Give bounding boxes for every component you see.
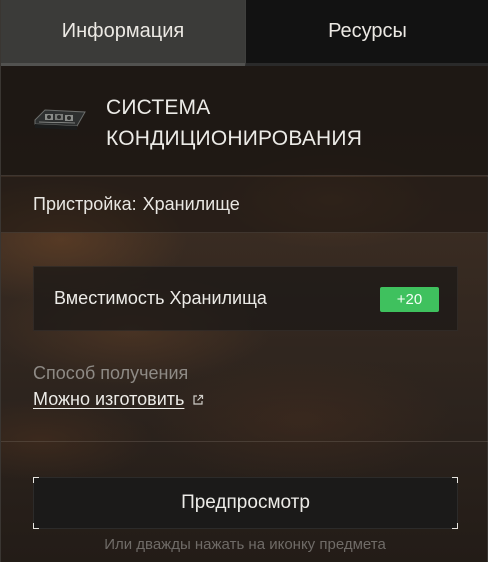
- craftable-link[interactable]: Можно изготовить: [33, 389, 204, 410]
- air-conditioning-unit-icon: [34, 109, 86, 130]
- craftable-link-text[interactable]: Можно изготовить: [33, 389, 184, 410]
- preview-button[interactable]: Предпросмотр: [33, 477, 458, 529]
- preview-hint: Или дважды нажать на иконку предмета: [104, 536, 386, 553]
- divider: [1, 441, 488, 442]
- preview-button-label[interactable]: Предпросмотр: [181, 492, 310, 514]
- stat-row: Вместимость Хранилища +20: [33, 266, 458, 331]
- item-info-panel: Информация Ресурсы СИСТЕМА КОНДИЦИОНИРОВ…: [0, 0, 488, 562]
- item-title: СИСТЕМА КОНДИЦИОНИРОВАНИЯ: [106, 92, 362, 154]
- attachment-label: Пристройка:: [33, 194, 137, 214]
- corner-bracket: [33, 477, 39, 483]
- item-header: СИСТЕМА КОНДИЦИОНИРОВАНИЯ: [1, 66, 488, 176]
- tab-information[interactable]: Информация: [1, 0, 245, 66]
- corner-bracket: [452, 523, 458, 529]
- stat-name: Вместимость Хранилища: [54, 288, 267, 308]
- attachment-row: Пристройка: Хранилище: [1, 177, 488, 233]
- corner-bracket: [452, 477, 458, 483]
- item-title-line1: СИСТЕМА: [106, 96, 211, 119]
- tab-resources[interactable]: Ресурсы: [245, 0, 488, 66]
- tab-bar: Информация Ресурсы: [1, 0, 488, 66]
- stat-value-badge: +20: [380, 287, 439, 312]
- obtain-method-label: Способ получения: [33, 363, 189, 383]
- external-link-icon: [193, 394, 204, 405]
- item-title-line2: КОНДИЦИОНИРОВАНИЯ: [106, 127, 363, 150]
- corner-bracket: [33, 523, 39, 529]
- attachment-value: Хранилище: [142, 194, 240, 214]
